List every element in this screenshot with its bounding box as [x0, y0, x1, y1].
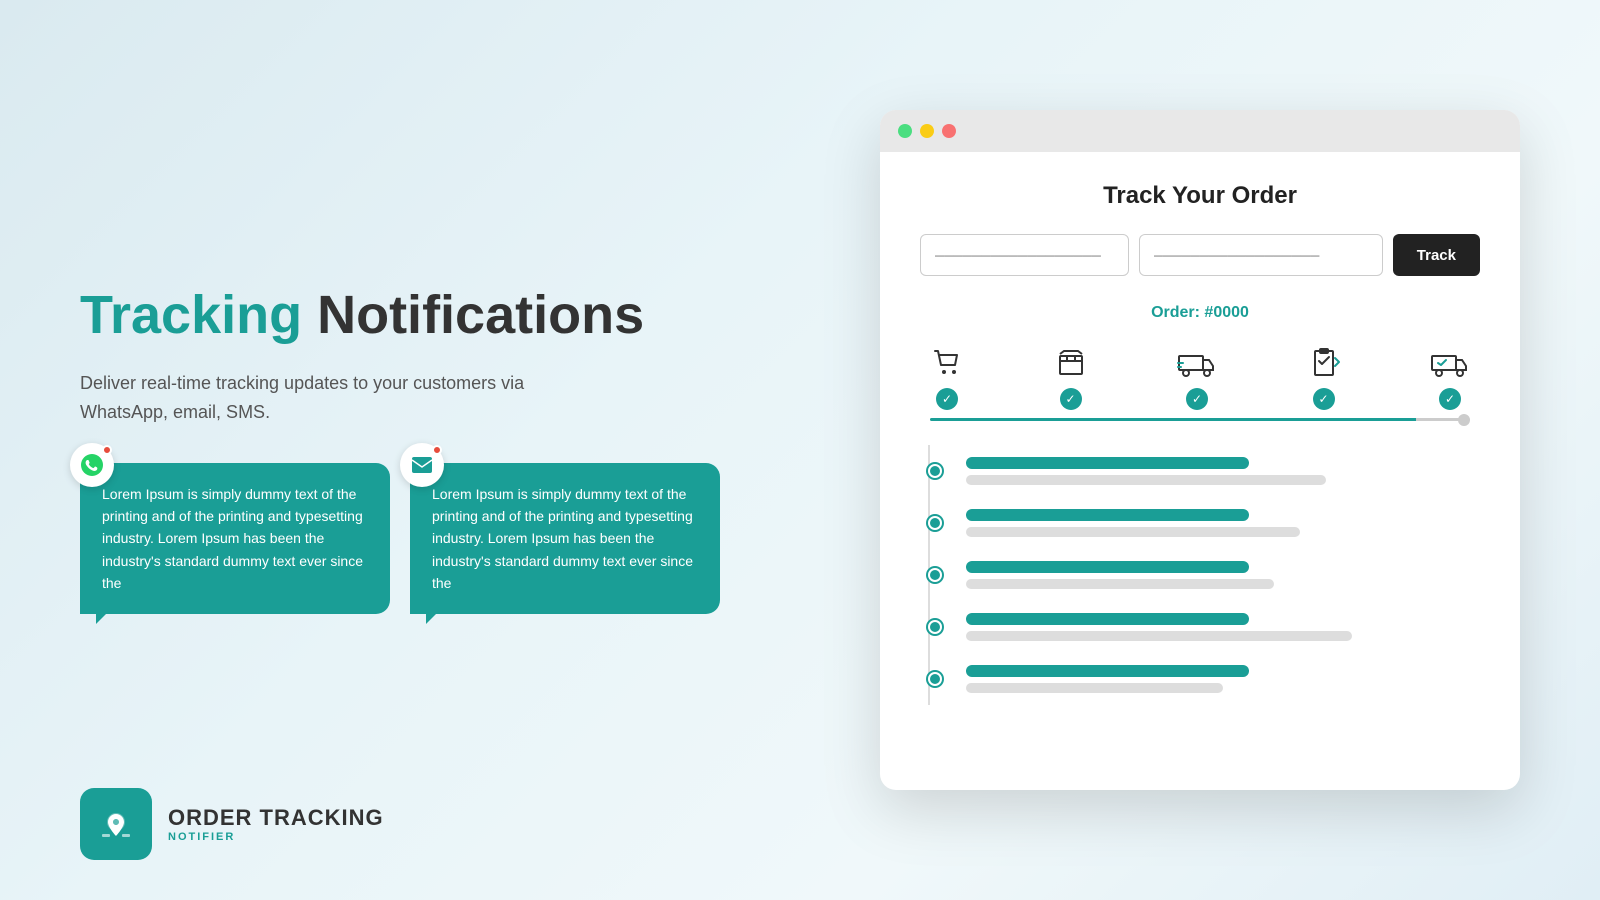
timeline-bar-primary-3 [966, 561, 1249, 573]
timeline-bar-primary-5 [966, 665, 1249, 677]
browser-window: Track Your Order Track Order: #0000 ✓ [880, 110, 1520, 790]
timeline-item-3 [940, 549, 1480, 601]
timeline [920, 445, 1480, 705]
step-check-5: ✓ [1439, 388, 1461, 410]
timeline-dot-5 [928, 672, 942, 686]
timeline-bar-primary-2 [966, 509, 1249, 521]
track-button[interactable]: Track [1393, 234, 1480, 276]
brand-sub: NOTIFIER [168, 831, 384, 843]
timeline-bar-secondary-4 [966, 631, 1352, 641]
delivered-icon [1430, 346, 1470, 380]
cart-icon [930, 346, 964, 380]
brand-text: ORDER TRACKING NOTIFIER [168, 805, 384, 843]
browser-dot-red[interactable] [942, 124, 956, 138]
step-dispatch: ✓ [1177, 346, 1217, 410]
step-check-1: ✓ [936, 388, 958, 410]
timeline-dot-4 [928, 620, 942, 634]
email-icon [410, 453, 434, 477]
browser-bar [880, 110, 1520, 152]
notification-dot [102, 445, 112, 455]
timeline-bar-secondary-1 [966, 475, 1326, 485]
dispatch-icon [1177, 346, 1217, 380]
transit-icon [1307, 346, 1341, 380]
step-delivered: ✓ [1430, 346, 1470, 410]
timeline-bar-secondary-2 [966, 527, 1300, 537]
package-icon [1054, 346, 1088, 380]
timeline-item-4 [940, 601, 1480, 653]
timeline-bar-secondary-3 [966, 579, 1274, 589]
browser-dot-yellow[interactable] [920, 124, 934, 138]
browser-content: Track Your Order Track Order: #0000 ✓ [880, 152, 1520, 790]
email-icon-container [400, 443, 444, 487]
whatsapp-bubble-text: Lorem Ipsum is simply dummy text of the … [102, 486, 363, 592]
order-number-input[interactable] [920, 234, 1129, 276]
brand-logo-icon [96, 804, 136, 844]
subtitle: Deliver real-time tracking updates to yo… [80, 369, 600, 427]
headline: Tracking Notifications [80, 286, 800, 345]
whatsapp-bubble: Lorem Ipsum is simply dummy text of the … [80, 463, 390, 615]
browser-dot-green[interactable] [898, 124, 912, 138]
email-input[interactable] [1139, 234, 1383, 276]
email-bubble-text: Lorem Ipsum is simply dummy text of the … [432, 486, 693, 592]
tracking-steps: ✓ ✓ [920, 346, 1480, 410]
timeline-dot-1 [928, 464, 942, 478]
step-check-4: ✓ [1313, 388, 1335, 410]
search-row: Track [920, 234, 1480, 276]
page-title: Track Your Order [920, 182, 1480, 210]
timeline-bar-secondary-5 [966, 683, 1223, 693]
timeline-item-2 [940, 497, 1480, 549]
progress-bar [930, 418, 1470, 421]
step-check-3: ✓ [1186, 388, 1208, 410]
progress-dot [1458, 414, 1470, 426]
notification-dot-2 [432, 445, 442, 455]
brand-name: ORDER TRACKING [168, 805, 384, 831]
step-check-2: ✓ [1060, 388, 1082, 410]
step-package: ✓ [1054, 346, 1088, 410]
brand-icon [80, 788, 152, 860]
email-bubble: Lorem Ipsum is simply dummy text of the … [410, 463, 720, 615]
timeline-dot-3 [928, 568, 942, 582]
order-number-display: Order: #0000 [920, 304, 1480, 322]
timeline-item-1 [940, 445, 1480, 497]
left-panel: Tracking Notifications Deliver real-time… [0, 226, 880, 675]
timeline-dot-2 [928, 516, 942, 530]
brand-bar: ORDER TRACKING NOTIFIER [80, 788, 384, 860]
chat-bubbles: Lorem Ipsum is simply dummy text of the … [80, 463, 800, 615]
step-cart: ✓ [930, 346, 964, 410]
timeline-bar-primary-4 [966, 613, 1249, 625]
timeline-item-5 [940, 653, 1480, 705]
whatsapp-icon [80, 453, 104, 477]
step-transit: ✓ [1307, 346, 1341, 410]
whatsapp-icon-container [70, 443, 114, 487]
headline-teal: Tracking [80, 285, 302, 345]
headline-rest: Notifications [302, 285, 644, 345]
timeline-bar-primary-1 [966, 457, 1249, 469]
